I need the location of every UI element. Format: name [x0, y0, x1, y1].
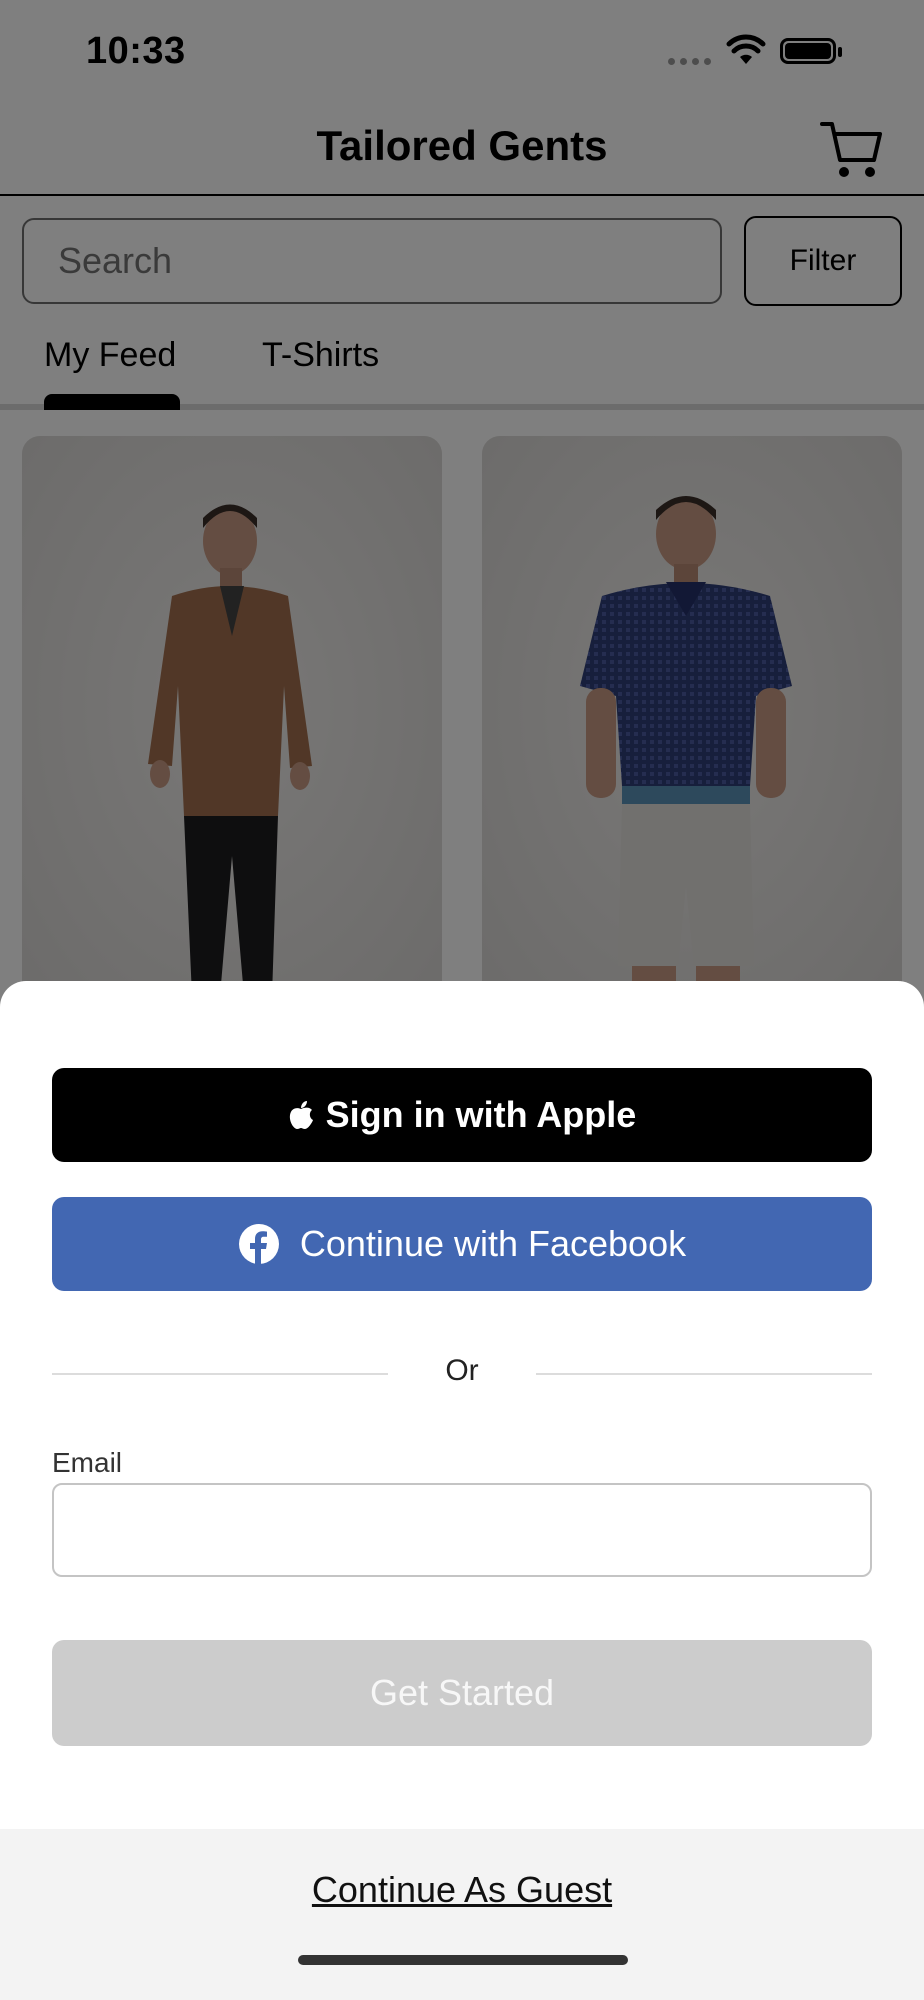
continue-as-guest-link[interactable]: Continue As Guest — [0, 1869, 924, 1911]
sign-in-with-apple-button[interactable]: Sign in with Apple — [52, 1068, 872, 1162]
guest-footer: Continue As Guest — [0, 1829, 924, 2000]
or-divider-label: Or — [445, 1354, 479, 1387]
divider-line — [536, 1373, 872, 1375]
home-indicator — [298, 1955, 628, 1965]
divider-line — [52, 1373, 388, 1375]
email-label: Email — [52, 1447, 123, 1478]
apple-icon — [289, 1101, 313, 1129]
email-field[interactable] — [52, 1483, 872, 1577]
facebook-icon — [238, 1224, 279, 1264]
apple-button-label: Sign in with Apple — [325, 1094, 637, 1135]
get-started-button[interactable]: Get Started — [52, 1640, 872, 1746]
continue-with-facebook-button[interactable]: Continue with Facebook — [52, 1197, 872, 1291]
sign-in-sheet: Sign in with Apple Continue with Faceboo… — [0, 981, 924, 2000]
facebook-button-label: Continue with Facebook — [299, 1223, 687, 1264]
